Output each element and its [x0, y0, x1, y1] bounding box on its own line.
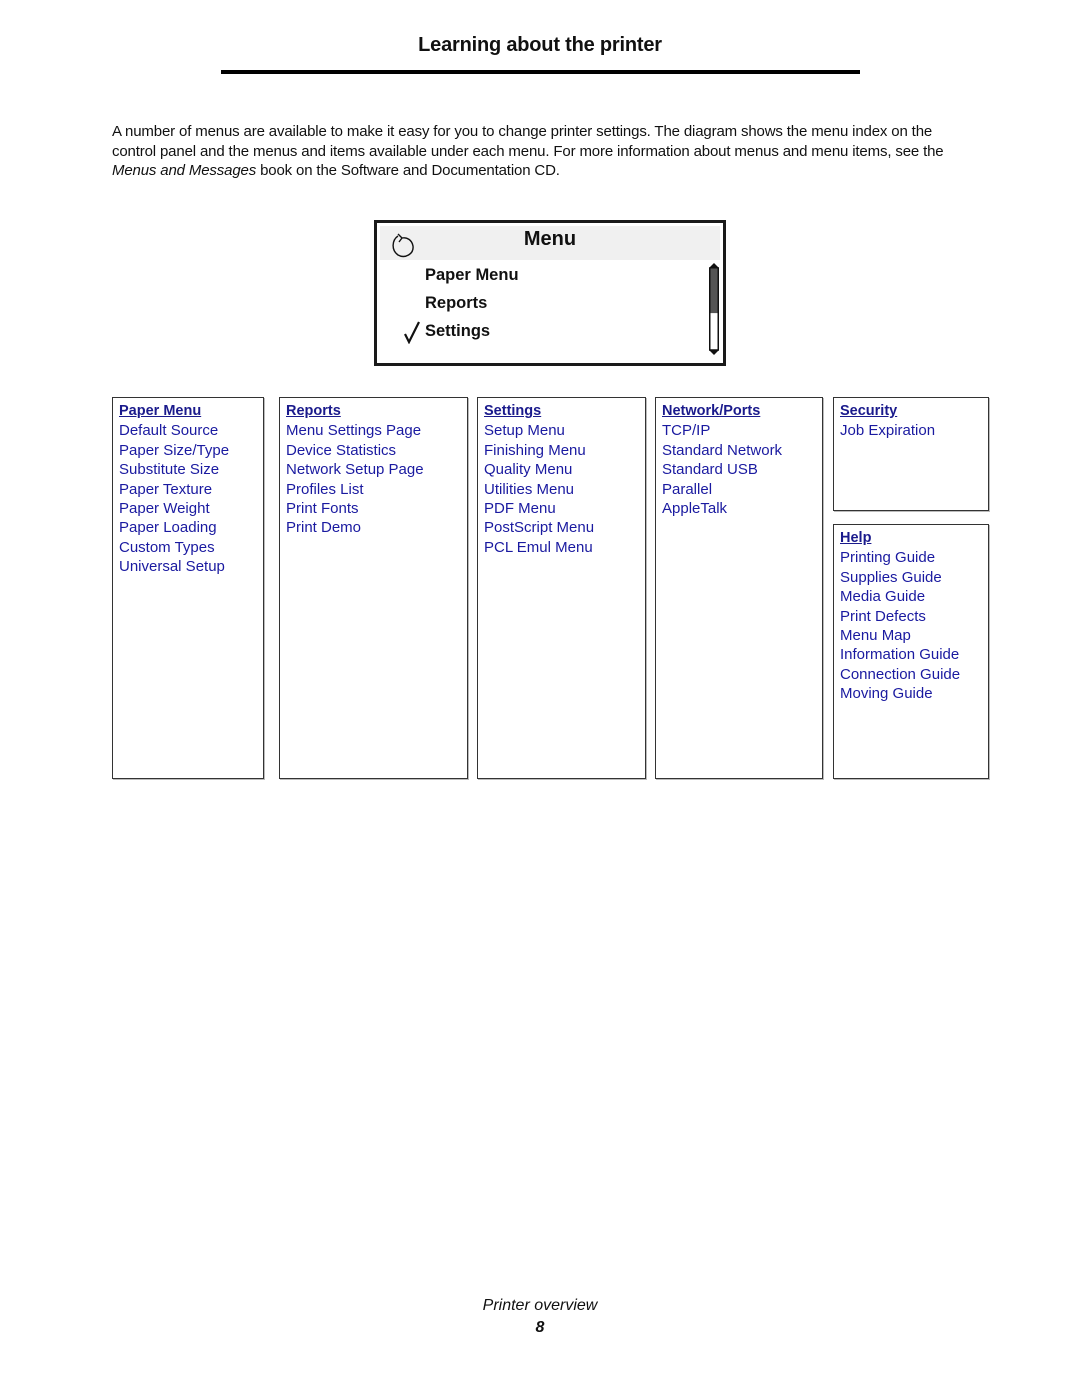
menu-item[interactable]: Device Statistics: [286, 441, 424, 460]
menu-heading-security[interactable]: Security: [840, 402, 935, 421]
panel-title: Menu: [523, 228, 577, 250]
intro-paragraph: A number of menus are available to make …: [112, 122, 972, 181]
menu-item[interactable]: Utilities Menu: [484, 480, 594, 499]
menu-item[interactable]: Setup Menu: [484, 421, 594, 440]
menu-item[interactable]: Substitute Size: [119, 460, 229, 479]
menu-item[interactable]: Quality Menu: [484, 460, 594, 479]
page-title: Learning about the printer: [418, 34, 662, 56]
menu-item[interactable]: Custom Types: [119, 538, 229, 557]
scrollbar-thumb[interactable]: [710, 268, 718, 314]
menu-box-reports: Reports Menu Settings Page Device Statis…: [279, 397, 468, 779]
menu-item[interactable]: Paper Size/Type: [119, 441, 229, 460]
menu-item[interactable]: Universal Setup: [119, 557, 229, 576]
menu-item[interactable]: Network Setup Page: [286, 460, 424, 479]
page-number: 8: [535, 1319, 545, 1336]
menu-item[interactable]: Parallel: [662, 480, 782, 499]
menu-item[interactable]: AppleTalk: [662, 499, 782, 518]
intro-book-title: Menus and Messages: [112, 162, 257, 180]
menu-list: Settings Setup Menu Finishing Menu Quali…: [484, 400, 594, 557]
menu-item[interactable]: Print Defects: [840, 607, 960, 626]
menu-item[interactable]: Moving Guide: [840, 684, 960, 703]
menu-list: Network/Ports TCP/IP Standard Network St…: [662, 400, 782, 518]
menu-box-security: Security Job Expiration: [833, 397, 989, 511]
menu-item[interactable]: Media Guide: [840, 587, 960, 606]
title-rule: [221, 70, 860, 74]
panel-item-settings[interactable]: Settings: [425, 322, 490, 341]
menu-heading-network-ports[interactable]: Network/Ports: [662, 402, 782, 421]
menu-item[interactable]: Finishing Menu: [484, 441, 594, 460]
menu-heading-paper-menu[interactable]: Paper Menu: [119, 402, 229, 421]
menu-heading-reports[interactable]: Reports: [286, 402, 424, 421]
menu-list: Paper Menu Default Source Paper Size/Typ…: [119, 400, 229, 577]
panel-item-paper-menu[interactable]: Paper Menu: [425, 266, 519, 285]
menu-item[interactable]: PCL Emul Menu: [484, 538, 594, 557]
panel-item-reports[interactable]: Reports: [425, 294, 487, 313]
menu-list: Help Printing Guide Supplies Guide Media…: [840, 527, 960, 704]
menu-item[interactable]: TCP/IP: [662, 421, 782, 440]
menu-item[interactable]: Paper Loading: [119, 518, 229, 537]
menu-list: Security Job Expiration: [840, 400, 935, 441]
menu-item[interactable]: PostScript Menu: [484, 518, 594, 537]
footer-section-title: Printer overview: [482, 1297, 598, 1314]
menu-item[interactable]: Standard USB: [662, 460, 782, 479]
menu-heading-settings[interactable]: Settings: [484, 402, 594, 421]
menu-item[interactable]: Print Demo: [286, 518, 424, 537]
menu-list: Reports Menu Settings Page Device Statis…: [286, 400, 424, 538]
menu-box-help: Help Printing Guide Supplies Guide Media…: [833, 524, 989, 779]
menu-box-network-ports: Network/Ports TCP/IP Standard Network St…: [655, 397, 823, 779]
menu-item[interactable]: Job Expiration: [840, 421, 935, 440]
menu-heading-help[interactable]: Help: [840, 529, 960, 548]
control-panel-display: Menu Paper Menu Reports Settings: [374, 220, 726, 366]
scrollbar[interactable]: [709, 263, 719, 355]
menu-item[interactable]: Information Guide: [840, 645, 960, 664]
menu-item[interactable]: PDF Menu: [484, 499, 594, 518]
panel-header: Menu: [380, 226, 720, 260]
menu-item[interactable]: Profiles List: [286, 480, 424, 499]
menu-box-settings: Settings Setup Menu Finishing Menu Quali…: [477, 397, 646, 779]
menu-item[interactable]: Print Fonts: [286, 499, 424, 518]
menu-item[interactable]: Default Source: [119, 421, 229, 440]
intro-text-before: A number of menus are available to make …: [112, 123, 944, 160]
menu-item[interactable]: Supplies Guide: [840, 568, 960, 587]
menu-item[interactable]: Paper Weight: [119, 499, 229, 518]
menu-item[interactable]: Menu Map: [840, 626, 960, 645]
menu-item[interactable]: Connection Guide: [840, 665, 960, 684]
checkmark-icon: [404, 321, 420, 344]
menu-item[interactable]: Paper Texture: [119, 480, 229, 499]
intro-text-after: book on the Software and Documentation C…: [256, 162, 560, 180]
menu-box-paper-menu: Paper Menu Default Source Paper Size/Typ…: [112, 397, 264, 779]
menu-item[interactable]: Printing Guide: [840, 548, 960, 567]
menu-item[interactable]: Standard Network: [662, 441, 782, 460]
menu-item[interactable]: Menu Settings Page: [286, 421, 424, 440]
